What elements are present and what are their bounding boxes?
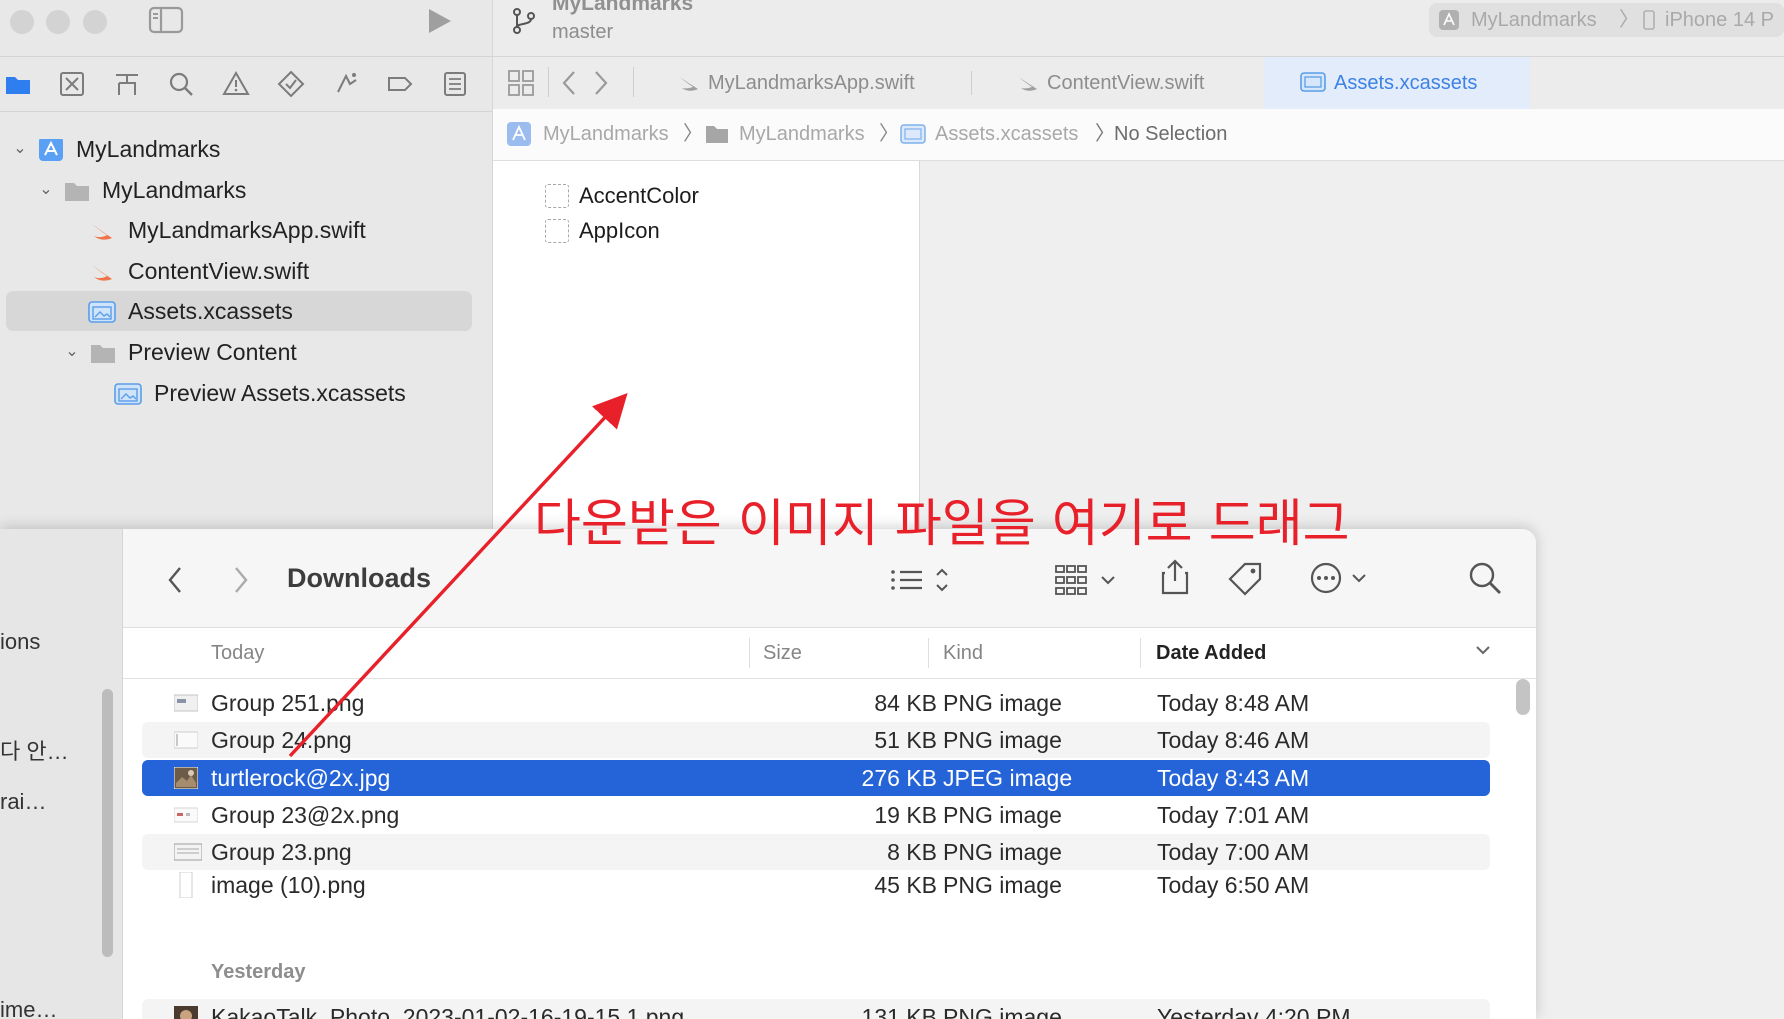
drag-instruction-text: 다운받은 이미지 파일을 여기로 드래그 — [534, 495, 1350, 554]
